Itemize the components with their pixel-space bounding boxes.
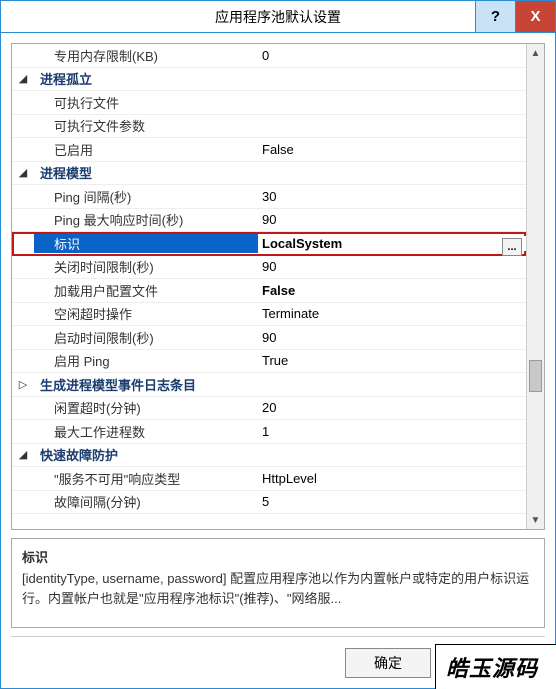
property-label: 已启用	[34, 140, 258, 159]
property-label: 最大工作进程数	[34, 422, 258, 441]
property-row[interactable]: 关闭时间限制(秒)90	[12, 256, 526, 280]
description-panel: 标识 [identityType, username, password] 配置…	[11, 538, 545, 628]
property-row[interactable]: 启动时间限制(秒)90	[12, 326, 526, 350]
property-group-header[interactable]: ◢进程模型	[12, 162, 526, 186]
scroll-track[interactable]	[527, 60, 544, 513]
property-label: 空闲超时操作	[34, 304, 258, 323]
property-row[interactable]: 已启用False	[12, 138, 526, 162]
vertical-scrollbar[interactable]: ▲ ▼	[526, 44, 544, 529]
property-row[interactable]: 可执行文件参数	[12, 115, 526, 139]
property-label: 快速故障防护	[34, 445, 258, 464]
property-value[interactable]: 1	[258, 424, 526, 439]
expander-icon[interactable]: ◢	[12, 166, 34, 179]
property-row[interactable]: 可执行文件	[12, 91, 526, 115]
property-value[interactable]: HttpLevel	[258, 471, 526, 486]
title-bar: 应用程序池默认设置 ? X	[1, 1, 555, 33]
property-row[interactable]: 加载用户配置文件False	[12, 279, 526, 303]
property-label: 生成进程模型事件日志条目	[34, 375, 258, 394]
expander-icon[interactable]: ▷	[12, 378, 34, 391]
property-group-header[interactable]: ◢快速故障防护	[12, 444, 526, 468]
property-value[interactable]: Terminate	[258, 306, 526, 321]
property-label: "服务不可用"响应类型	[34, 469, 258, 488]
property-row[interactable]: Ping 间隔(秒)30	[12, 185, 526, 209]
property-label: Ping 间隔(秒)	[34, 187, 258, 206]
property-label: Ping 最大响应时间(秒)	[34, 210, 258, 229]
property-value[interactable]: 0	[258, 48, 526, 63]
property-value[interactable]: LocalSystem...	[258, 236, 526, 251]
property-label: 闲置超时(分钟)	[34, 398, 258, 417]
property-row[interactable]: 故障间隔(分钟)5	[12, 491, 526, 515]
scroll-down-arrow-icon[interactable]: ▼	[529, 513, 543, 527]
property-label: 故障间隔(分钟)	[34, 492, 258, 511]
ok-button[interactable]: 确定	[345, 648, 431, 678]
property-value[interactable]: False	[258, 283, 526, 298]
property-label: 进程模型	[34, 163, 258, 182]
property-row[interactable]: Ping 最大响应时间(秒)90	[12, 209, 526, 233]
expander-icon[interactable]: ◢	[12, 448, 34, 461]
property-value[interactable]: 90	[258, 212, 526, 227]
property-grid: 专用内存限制(KB)0◢进程孤立可执行文件可执行文件参数已启用False◢进程模…	[11, 43, 545, 530]
property-label: 进程孤立	[34, 69, 258, 88]
browse-button[interactable]: ...	[502, 238, 522, 256]
property-label: 启动时间限制(秒)	[34, 328, 258, 347]
property-label: 关闭时间限制(秒)	[34, 257, 258, 276]
property-value[interactable]: True	[258, 353, 526, 368]
property-label: 可执行文件	[34, 93, 258, 112]
property-label: 标识	[34, 234, 258, 253]
description-text: [identityType, username, password] 配置应用程…	[22, 569, 534, 608]
property-value[interactable]: False	[258, 142, 526, 157]
property-group-header[interactable]: ◢进程孤立	[12, 68, 526, 92]
property-row[interactable]: 闲置超时(分钟)20	[12, 397, 526, 421]
property-group-header[interactable]: ▷生成进程模型事件日志条目	[12, 373, 526, 397]
scroll-thumb[interactable]	[529, 360, 542, 392]
close-button[interactable]: X	[515, 1, 555, 32]
description-title: 标识	[22, 547, 534, 566]
property-label: 加载用户配置文件	[34, 281, 258, 300]
help-button[interactable]: ?	[475, 1, 515, 32]
property-row[interactable]: 专用内存限制(KB)0	[12, 44, 526, 68]
property-row[interactable]: 最大工作进程数1	[12, 420, 526, 444]
property-label: 启用 Ping	[34, 351, 258, 370]
property-value[interactable]: 90	[258, 330, 526, 345]
property-row[interactable]: 标识LocalSystem...	[12, 232, 526, 256]
property-value[interactable]: 5	[258, 494, 526, 509]
property-row[interactable]: 空闲超时操作Terminate	[12, 303, 526, 327]
watermark-label: 皓玉源码	[435, 644, 556, 689]
property-value[interactable]: 30	[258, 189, 526, 204]
property-value[interactable]: 20	[258, 400, 526, 415]
expander-icon[interactable]: ◢	[12, 72, 34, 85]
property-row[interactable]: "服务不可用"响应类型HttpLevel	[12, 467, 526, 491]
property-value[interactable]: 90	[258, 259, 526, 274]
property-label: 专用内存限制(KB)	[34, 46, 258, 65]
window-title: 应用程序池默认设置	[1, 7, 555, 27]
scroll-up-arrow-icon[interactable]: ▲	[529, 46, 543, 60]
property-row[interactable]: 启用 PingTrue	[12, 350, 526, 374]
property-label: 可执行文件参数	[34, 116, 258, 135]
